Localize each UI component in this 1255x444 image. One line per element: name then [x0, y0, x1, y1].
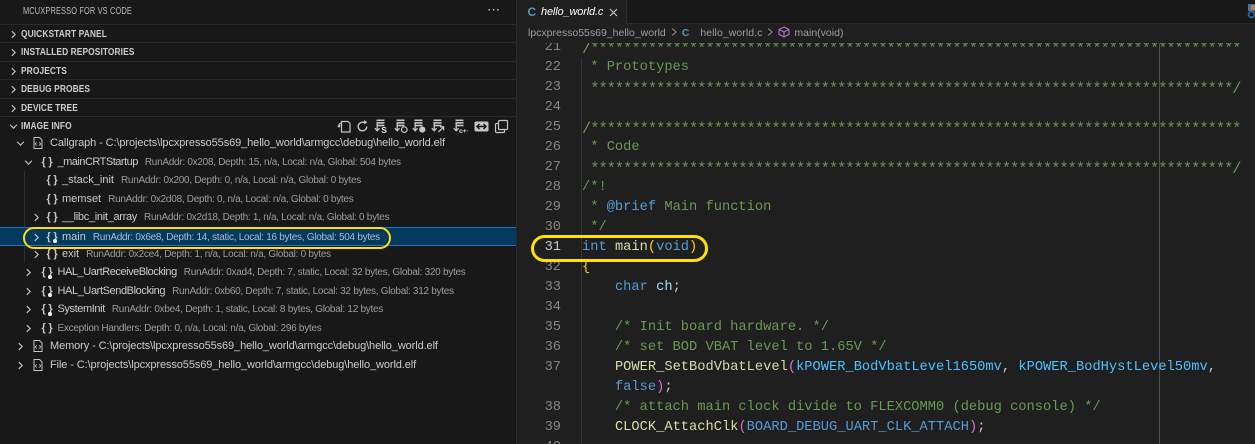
- svg-text:S: S: [381, 125, 387, 134]
- svg-text:c++: c++: [459, 128, 468, 134]
